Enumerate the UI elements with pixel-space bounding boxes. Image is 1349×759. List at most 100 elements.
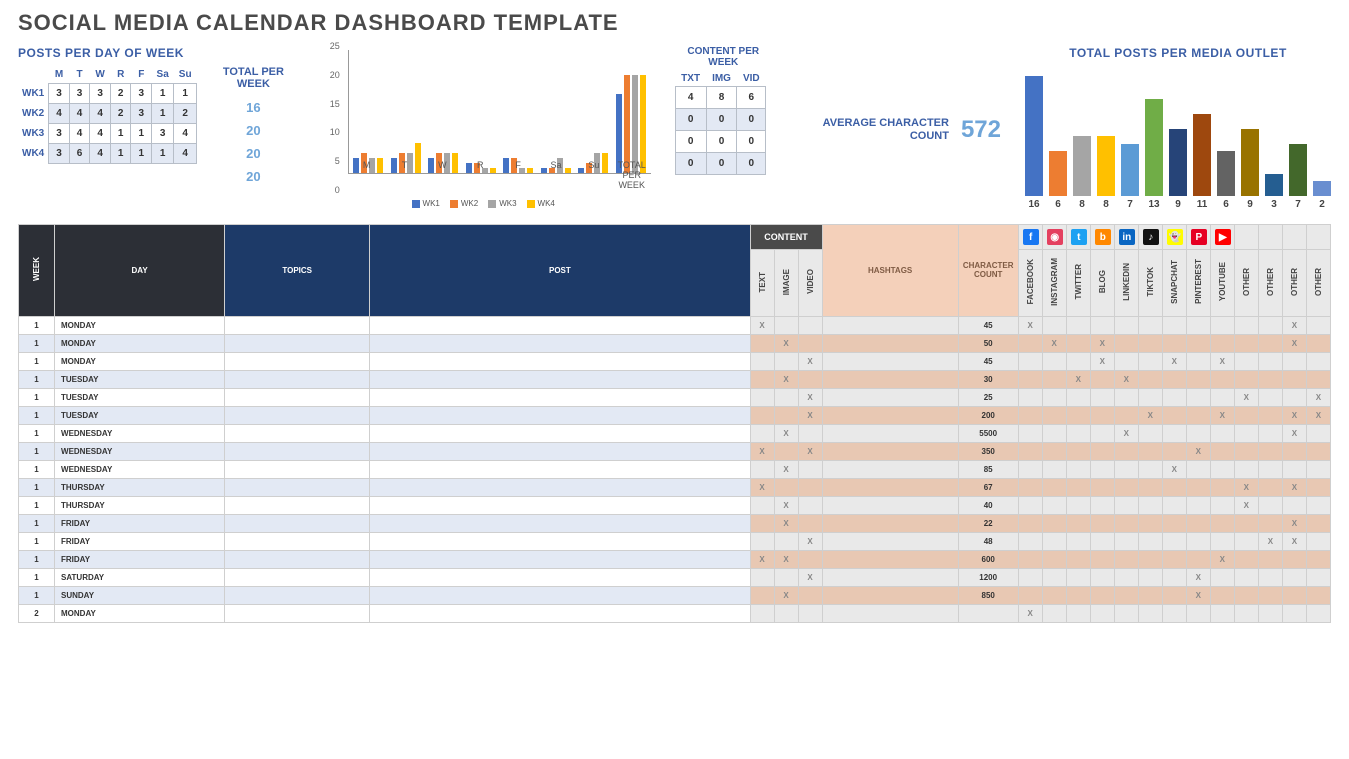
cell-outlet[interactable] bbox=[1138, 604, 1162, 622]
ppdw-cell[interactable]: 3 bbox=[49, 144, 70, 164]
cell-hashtags[interactable] bbox=[822, 316, 958, 334]
cell-topics[interactable] bbox=[225, 604, 370, 622]
cell-image[interactable] bbox=[774, 316, 798, 334]
ppdw-cell[interactable]: 1 bbox=[131, 144, 152, 164]
cell-outlet[interactable] bbox=[1066, 496, 1090, 514]
cell-charcount[interactable]: 45 bbox=[958, 316, 1018, 334]
cell-day[interactable]: SATURDAY bbox=[55, 568, 225, 586]
cell-outlet[interactable] bbox=[1090, 388, 1114, 406]
cell-charcount[interactable]: 1200 bbox=[958, 568, 1018, 586]
cell-outlet[interactable] bbox=[1186, 478, 1210, 496]
cell-outlet[interactable] bbox=[1234, 586, 1258, 604]
cell-outlet[interactable] bbox=[1186, 532, 1210, 550]
ppdw-cell[interactable]: 2 bbox=[110, 84, 131, 104]
ppdw-cell[interactable]: 4 bbox=[90, 124, 111, 144]
cell-post[interactable] bbox=[370, 550, 750, 568]
cell-outlet[interactable] bbox=[1306, 514, 1330, 532]
cell-text[interactable]: X bbox=[750, 478, 774, 496]
cell-outlet[interactable] bbox=[1090, 514, 1114, 532]
cell-outlet[interactable]: X bbox=[1186, 568, 1210, 586]
cell-week[interactable]: 1 bbox=[19, 586, 55, 604]
cell-outlet[interactable]: X bbox=[1282, 316, 1306, 334]
cell-outlet[interactable] bbox=[1162, 442, 1186, 460]
cell-hashtags[interactable] bbox=[822, 352, 958, 370]
cell-outlet[interactable]: X bbox=[1234, 388, 1258, 406]
cell-outlet[interactable] bbox=[1282, 586, 1306, 604]
cell-day[interactable]: TUESDAY bbox=[55, 370, 225, 388]
cell-outlet[interactable] bbox=[1186, 370, 1210, 388]
cell-hashtags[interactable] bbox=[822, 586, 958, 604]
cell-outlet[interactable] bbox=[1066, 334, 1090, 352]
cell-outlet[interactable] bbox=[1066, 604, 1090, 622]
cell-outlet[interactable] bbox=[1090, 370, 1114, 388]
ppdw-cell[interactable]: 1 bbox=[152, 144, 174, 164]
cell-week[interactable]: 1 bbox=[19, 316, 55, 334]
cell-video[interactable] bbox=[798, 604, 822, 622]
cell-video[interactable] bbox=[798, 514, 822, 532]
cell-outlet[interactable]: X bbox=[1186, 586, 1210, 604]
cell-outlet[interactable] bbox=[1210, 316, 1234, 334]
cell-outlet[interactable]: X bbox=[1210, 352, 1234, 370]
cell-outlet[interactable] bbox=[1234, 514, 1258, 532]
cell-video[interactable]: X bbox=[798, 352, 822, 370]
cell-outlet[interactable]: X bbox=[1234, 496, 1258, 514]
cell-outlet[interactable]: X bbox=[1042, 334, 1066, 352]
cell-outlet[interactable] bbox=[1186, 550, 1210, 568]
cell-outlet[interactable]: X bbox=[1114, 424, 1138, 442]
cell-post[interactable] bbox=[370, 370, 750, 388]
cell-outlet[interactable]: X bbox=[1138, 406, 1162, 424]
cell-outlet[interactable] bbox=[1114, 460, 1138, 478]
ppdw-cell[interactable]: 1 bbox=[152, 84, 174, 104]
cell-topics[interactable] bbox=[225, 496, 370, 514]
ppdw-cell[interactable]: 4 bbox=[90, 104, 111, 124]
cell-outlet[interactable] bbox=[1018, 586, 1042, 604]
cell-week[interactable]: 2 bbox=[19, 604, 55, 622]
cell-outlet[interactable]: X bbox=[1282, 478, 1306, 496]
cell-hashtags[interactable] bbox=[822, 514, 958, 532]
cell-day[interactable]: WEDNESDAY bbox=[55, 424, 225, 442]
cell-outlet[interactable] bbox=[1162, 334, 1186, 352]
cell-outlet[interactable] bbox=[1090, 442, 1114, 460]
cell-outlet[interactable]: X bbox=[1066, 370, 1090, 388]
cell-text[interactable]: X bbox=[750, 550, 774, 568]
cell-outlet[interactable] bbox=[1186, 334, 1210, 352]
cell-text[interactable] bbox=[750, 370, 774, 388]
cell-outlet[interactable] bbox=[1042, 424, 1066, 442]
cell-image[interactable]: X bbox=[774, 334, 798, 352]
cell-video[interactable]: X bbox=[798, 532, 822, 550]
cell-outlet[interactable] bbox=[1066, 532, 1090, 550]
cell-charcount[interactable]: 85 bbox=[958, 460, 1018, 478]
cell-outlet[interactable] bbox=[1282, 550, 1306, 568]
cell-outlet[interactable] bbox=[1306, 550, 1330, 568]
cell-outlet[interactable] bbox=[1018, 352, 1042, 370]
cell-outlet[interactable] bbox=[1114, 352, 1138, 370]
ppdw-cell[interactable]: 3 bbox=[152, 124, 174, 144]
cell-outlet[interactable]: X bbox=[1186, 442, 1210, 460]
cell-topics[interactable] bbox=[225, 460, 370, 478]
cell-outlet[interactable] bbox=[1258, 496, 1282, 514]
cell-outlet[interactable]: X bbox=[1210, 406, 1234, 424]
cell-outlet[interactable]: X bbox=[1306, 388, 1330, 406]
ppdw-cell[interactable]: 4 bbox=[174, 124, 197, 144]
cell-week[interactable]: 1 bbox=[19, 424, 55, 442]
cell-outlet[interactable] bbox=[1138, 442, 1162, 460]
cell-outlet[interactable] bbox=[1162, 514, 1186, 532]
cell-outlet[interactable] bbox=[1066, 550, 1090, 568]
cell-video[interactable] bbox=[798, 316, 822, 334]
cell-outlet[interactable] bbox=[1066, 478, 1090, 496]
cell-outlet[interactable] bbox=[1138, 370, 1162, 388]
cell-image[interactable] bbox=[774, 406, 798, 424]
cell-hashtags[interactable] bbox=[822, 496, 958, 514]
cell-outlet[interactable] bbox=[1018, 568, 1042, 586]
cell-outlet[interactable] bbox=[1306, 442, 1330, 460]
cell-image[interactable]: X bbox=[774, 514, 798, 532]
cell-outlet[interactable] bbox=[1234, 370, 1258, 388]
cell-outlet[interactable]: X bbox=[1282, 424, 1306, 442]
cell-outlet[interactable] bbox=[1090, 316, 1114, 334]
cell-hashtags[interactable] bbox=[822, 406, 958, 424]
cell-outlet[interactable] bbox=[1090, 406, 1114, 424]
cell-outlet[interactable] bbox=[1162, 496, 1186, 514]
cell-video[interactable] bbox=[798, 586, 822, 604]
cell-outlet[interactable] bbox=[1258, 514, 1282, 532]
ppdw-cell[interactable]: 3 bbox=[131, 84, 152, 104]
